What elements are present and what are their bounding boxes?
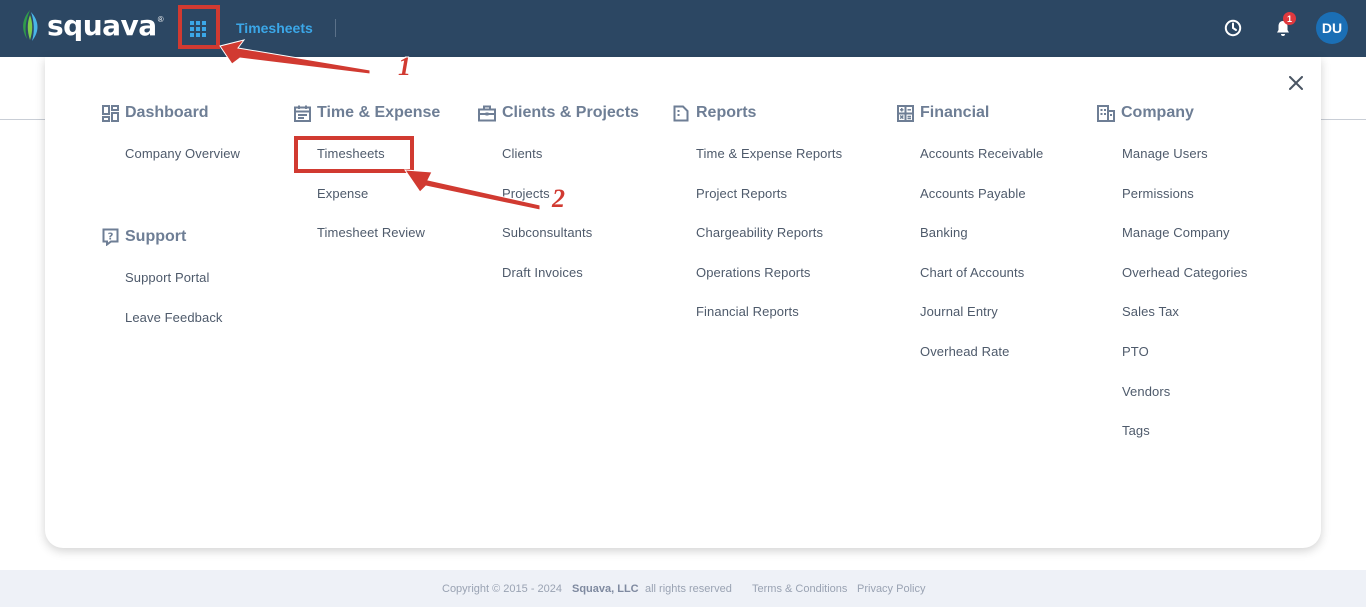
footer-copyright: Copyright © 2015 - 2024 [442,583,563,595]
annotation-highlight-apps-button [178,5,220,49]
user-avatar[interactable]: DU [1316,12,1348,44]
dashboard-icon [101,104,119,122]
menu-item-chargeability-reports[interactable]: Chargeability Reports [696,225,823,240]
help-icon: ? [101,228,119,246]
menu-item-sales-tax[interactable]: Sales Tax [1122,304,1179,319]
footer-privacy-link[interactable]: Privacy Policy [857,583,925,595]
menu-item-pto[interactable]: PTO [1122,344,1149,359]
page-footer: Copyright © 2015 - 2024 Squava, LLC all … [0,570,1366,607]
menu-item-overhead-categories[interactable]: Overhead Categories [1122,265,1247,280]
calculator-icon [896,104,914,122]
menu-item-overhead-rate[interactable]: Overhead Rate [920,344,1009,359]
footer-company-link[interactable]: Squava, LLC [572,583,639,595]
svg-text:?: ? [107,232,113,243]
briefcase-icon [478,104,496,122]
menu-heading-financial: Financial [896,102,989,124]
menu-heading-time-expense: Time & Expense [293,102,440,124]
menu-item-time-expense-reports[interactable]: Time & Expense Reports [696,146,842,161]
menu-item-leave-feedback[interactable]: Leave Feedback [125,310,223,325]
annotation-step-2: 2 [552,184,565,213]
menu-heading-dashboard: Dashboard [101,102,209,124]
menu-item-operations-reports[interactable]: Operations Reports [696,265,811,280]
report-icon [672,104,690,122]
footer-terms-link[interactable]: Terms & Conditions [752,583,847,595]
menu-item-journal-entry[interactable]: Journal Entry [920,304,998,319]
squava-logo[interactable]: squava ® [18,9,164,43]
clock-icon [1224,19,1242,37]
menu-item-expense[interactable]: Expense [317,186,368,201]
footer-rights: all rights reserved [645,583,732,595]
menu-item-support-portal[interactable]: Support Portal [125,270,210,285]
calendar-icon [293,104,311,122]
menu-item-timesheet-review[interactable]: Timesheet Review [317,225,425,240]
menu-item-accounts-receivable[interactable]: Accounts Receivable [920,146,1043,161]
menu-item-draft-invoices[interactable]: Draft Invoices [502,265,583,280]
menu-item-accounts-payable[interactable]: Accounts Payable [920,186,1026,201]
menu-item-company-overview[interactable]: Company Overview [125,146,240,161]
menu-item-banking[interactable]: Banking [920,225,968,240]
page-title[interactable]: Timesheets [236,20,313,36]
close-icon [1289,76,1303,90]
logo-registered-mark: ® [157,15,164,24]
menu-heading-company: Company [1097,102,1194,124]
menu-heading-support: ? Support [101,226,186,248]
menu-item-permissions[interactable]: Permissions [1122,186,1194,201]
menu-item-vendors[interactable]: Vendors [1122,384,1170,399]
menu-item-manage-users[interactable]: Manage Users [1122,146,1208,161]
menu-item-subconsultants[interactable]: Subconsultants [502,225,592,240]
close-menu-button[interactable] [1285,72,1307,94]
apps-mega-menu: Dashboard Company Overview ? Support Sup… [45,57,1321,548]
annotation-step-1: 1 [398,52,411,81]
menu-item-chart-of-accounts[interactable]: Chart of Accounts [920,265,1024,280]
building-icon [1097,104,1115,122]
menu-item-tags[interactable]: Tags [1122,423,1150,438]
menu-item-project-reports[interactable]: Project Reports [696,186,787,201]
menu-item-financial-reports[interactable]: Financial Reports [696,304,799,319]
menu-item-manage-company[interactable]: Manage Company [1122,225,1230,240]
menu-heading-clients-projects: Clients & Projects [478,102,639,124]
menu-item-projects[interactable]: Projects [502,186,550,201]
menu-item-clients[interactable]: Clients [502,146,542,161]
notification-count-badge: 1 [1283,12,1296,25]
menu-heading-reports: Reports [672,102,756,124]
time-tracker-button[interactable] [1222,17,1244,39]
leaf-icon [23,10,38,41]
logo-text: squava [47,9,157,42]
title-divider [335,19,336,37]
annotation-highlight-timesheets [294,136,414,173]
